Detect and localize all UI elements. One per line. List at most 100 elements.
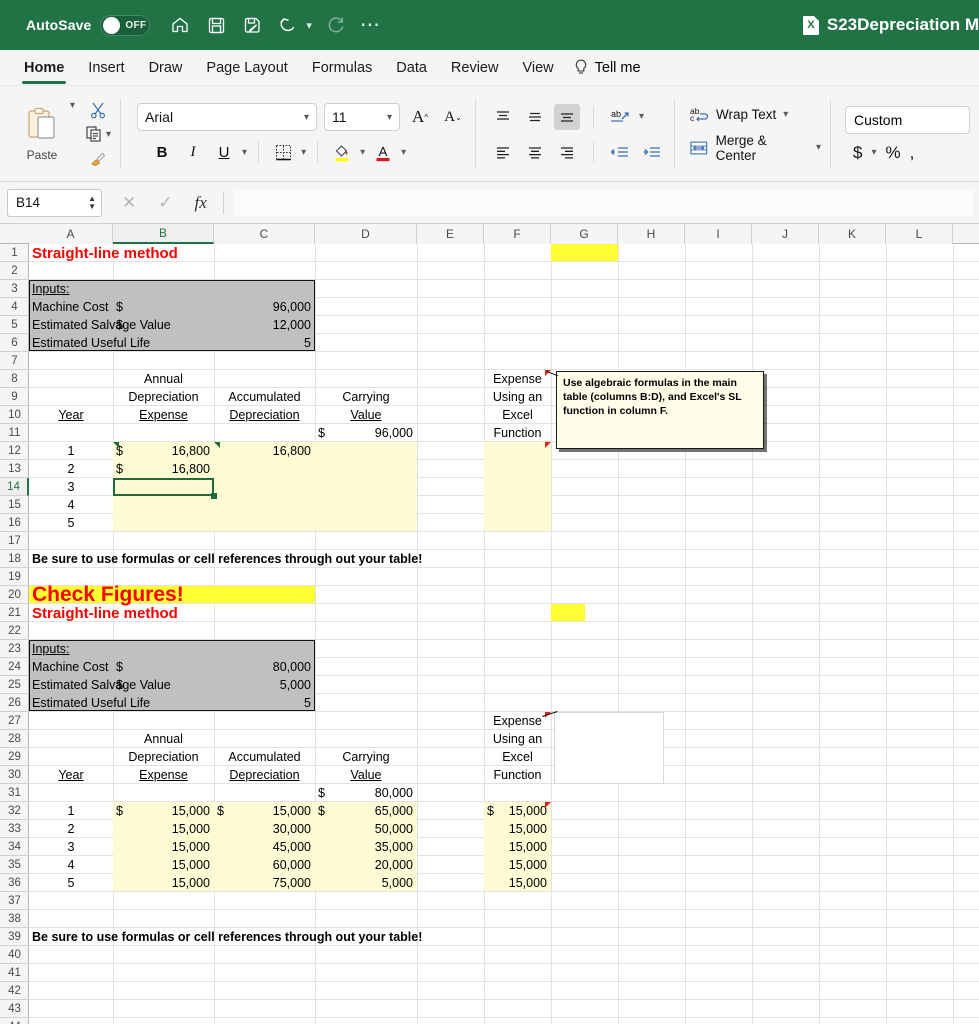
- cell-c6[interactable]: 5: [113, 334, 315, 352]
- cell-d35[interactable]: 20,000: [315, 856, 417, 874]
- row-header-27[interactable]: 27: [0, 712, 29, 730]
- column-header-h[interactable]: H: [618, 224, 685, 244]
- more-commands-icon[interactable]: ⋯: [360, 15, 382, 35]
- cell-d34[interactable]: 35,000: [315, 838, 417, 856]
- row-header-15[interactable]: 15: [0, 496, 29, 514]
- align-middle-button[interactable]: [522, 104, 548, 130]
- cell-c4[interactable]: 96,000: [113, 298, 315, 316]
- cell-f28[interactable]: Using an: [484, 730, 551, 748]
- cut-button[interactable]: [89, 101, 107, 119]
- cell-c36[interactable]: 75,000: [214, 874, 315, 892]
- name-box[interactable]: B14 ▲ ▼: [7, 188, 102, 217]
- copy-dropdown-chevron-icon[interactable]: ▾: [106, 129, 111, 140]
- cell-b36[interactable]: 15,000: [113, 874, 214, 892]
- cell-a16[interactable]: 5: [29, 514, 113, 532]
- spreadsheet-grid[interactable]: ABCDEFGHIJKL 1 2 3 4 5 6 7 8 9 10 11 12 13 14 15 16 17 18…: [0, 224, 979, 1024]
- cell-c24[interactable]: 80,000: [113, 658, 315, 676]
- column-header-a[interactable]: A: [29, 224, 113, 244]
- cell-d9[interactable]: Carrying: [315, 388, 417, 406]
- row-header-6[interactable]: 6: [0, 334, 29, 352]
- cell-b29[interactable]: Depreciation: [113, 748, 214, 766]
- underline-chevron-icon[interactable]: ▾: [242, 147, 247, 158]
- cell-d31[interactable]: 80,000: [315, 784, 417, 802]
- decrease-indent-button[interactable]: [607, 139, 633, 165]
- cell-a15[interactable]: 4: [29, 496, 113, 514]
- column-header-f[interactable]: F: [484, 224, 551, 244]
- cell-d29[interactable]: Carrying: [315, 748, 417, 766]
- row-header-40[interactable]: 40: [0, 946, 29, 964]
- cell-d11[interactable]: 96,000: [315, 424, 417, 442]
- fill-color-chevron-icon[interactable]: ▾: [360, 147, 365, 158]
- font-name-chevron-icon[interactable]: ▾: [304, 112, 309, 123]
- cell-a34[interactable]: 3: [29, 838, 113, 856]
- currency-chevron-icon[interactable]: ▾: [871, 147, 876, 158]
- format-painter-button[interactable]: [89, 149, 107, 167]
- wrap-text-chevron-icon[interactable]: ▾: [783, 109, 788, 120]
- row-header-39[interactable]: 39: [0, 928, 29, 946]
- fill-handle[interactable]: [211, 493, 217, 499]
- cell-d36[interactable]: 5,000: [315, 874, 417, 892]
- row-header-11[interactable]: 11: [0, 424, 29, 442]
- row-header-25[interactable]: 25: [0, 676, 29, 694]
- decrease-font-size-button[interactable]: A ⌄: [440, 104, 466, 130]
- cancel-entry-icon[interactable]: ✕: [122, 193, 136, 213]
- merge-center-chevron-icon[interactable]: ▾: [816, 142, 821, 153]
- row-header-44[interactable]: 44: [0, 1018, 29, 1024]
- borders-button[interactable]: [270, 139, 296, 165]
- cell-f34[interactable]: 15,000: [484, 838, 551, 856]
- cell-b34[interactable]: 15,000: [113, 838, 214, 856]
- cell-a18[interactable]: Be sure to use formulas or cell referenc…: [29, 550, 551, 568]
- tab-formulas[interactable]: Formulas: [300, 51, 384, 85]
- cell-a21[interactable]: Straight-line method: [29, 604, 315, 622]
- row-header-9[interactable]: 9: [0, 388, 29, 406]
- merge-center-button[interactable]: Merge & Center ▾: [689, 133, 821, 163]
- tell-me-box[interactable]: Tell me: [566, 59, 641, 76]
- cell-c35[interactable]: 60,000: [214, 856, 315, 874]
- cell-c32[interactable]: 15,000: [214, 802, 315, 820]
- insert-function-icon[interactable]: fx: [195, 193, 207, 213]
- bold-button[interactable]: B: [149, 139, 175, 165]
- row-header-21[interactable]: 21: [0, 604, 29, 622]
- row-header-23[interactable]: 23: [0, 640, 29, 658]
- increase-font-size-button[interactable]: A ^: [407, 104, 433, 130]
- cell-b32[interactable]: 15,000: [113, 802, 214, 820]
- cell-c12[interactable]: 16,800: [214, 442, 315, 460]
- autosave-toggle[interactable]: OFF: [100, 14, 151, 36]
- row-header-18[interactable]: 18: [0, 550, 29, 568]
- tab-page-layout[interactable]: Page Layout: [194, 51, 299, 85]
- cell-f35[interactable]: 15,000: [484, 856, 551, 874]
- row-header-7[interactable]: 7: [0, 352, 29, 370]
- font-size-combo[interactable]: 11 ▾: [324, 103, 401, 131]
- cell-b10[interactable]: Expense: [113, 406, 214, 424]
- orientation-button[interactable]: ab: [607, 104, 633, 130]
- active-cell-selection[interactable]: [113, 478, 214, 496]
- currency-format-button[interactable]: $: [853, 143, 862, 163]
- cell-f33[interactable]: 15,000: [484, 820, 551, 838]
- column-header-e[interactable]: E: [417, 224, 484, 244]
- row-header-13[interactable]: 13: [0, 460, 29, 478]
- row-header-14[interactable]: 14: [0, 478, 29, 496]
- cell-a33[interactable]: 2: [29, 820, 113, 838]
- save-as-icon[interactable]: [240, 13, 264, 37]
- copy-button[interactable]: ▾: [85, 125, 111, 143]
- row-header-10[interactable]: 10: [0, 406, 29, 424]
- align-left-button[interactable]: [490, 139, 516, 165]
- cell-f29[interactable]: Excel: [484, 748, 551, 766]
- tab-draw[interactable]: Draw: [137, 51, 195, 85]
- wrap-text-button[interactable]: ab c Wrap Text ▾: [689, 106, 821, 124]
- cell-c25[interactable]: 5,000: [113, 676, 315, 694]
- cell-b9[interactable]: Depreciation: [113, 388, 214, 406]
- name-box-spinner-icon[interactable]: ▲ ▼: [88, 194, 96, 210]
- underline-button[interactable]: U: [211, 139, 237, 165]
- cell-a3[interactable]: Inputs:: [29, 280, 113, 298]
- row-header-42[interactable]: 42: [0, 982, 29, 1000]
- cell-b13[interactable]: 16,800: [113, 460, 214, 478]
- tab-review[interactable]: Review: [439, 51, 511, 85]
- cell-c26[interactable]: 5: [113, 694, 315, 712]
- cell-a12[interactable]: 1: [29, 442, 113, 460]
- borders-chevron-icon[interactable]: ▾: [301, 147, 306, 158]
- row-header-3[interactable]: 3: [0, 280, 29, 298]
- confirm-entry-icon[interactable]: ✓: [158, 193, 172, 213]
- cell-a13[interactable]: 2: [29, 460, 113, 478]
- cell-a39[interactable]: Be sure to use formulas or cell referenc…: [29, 928, 551, 946]
